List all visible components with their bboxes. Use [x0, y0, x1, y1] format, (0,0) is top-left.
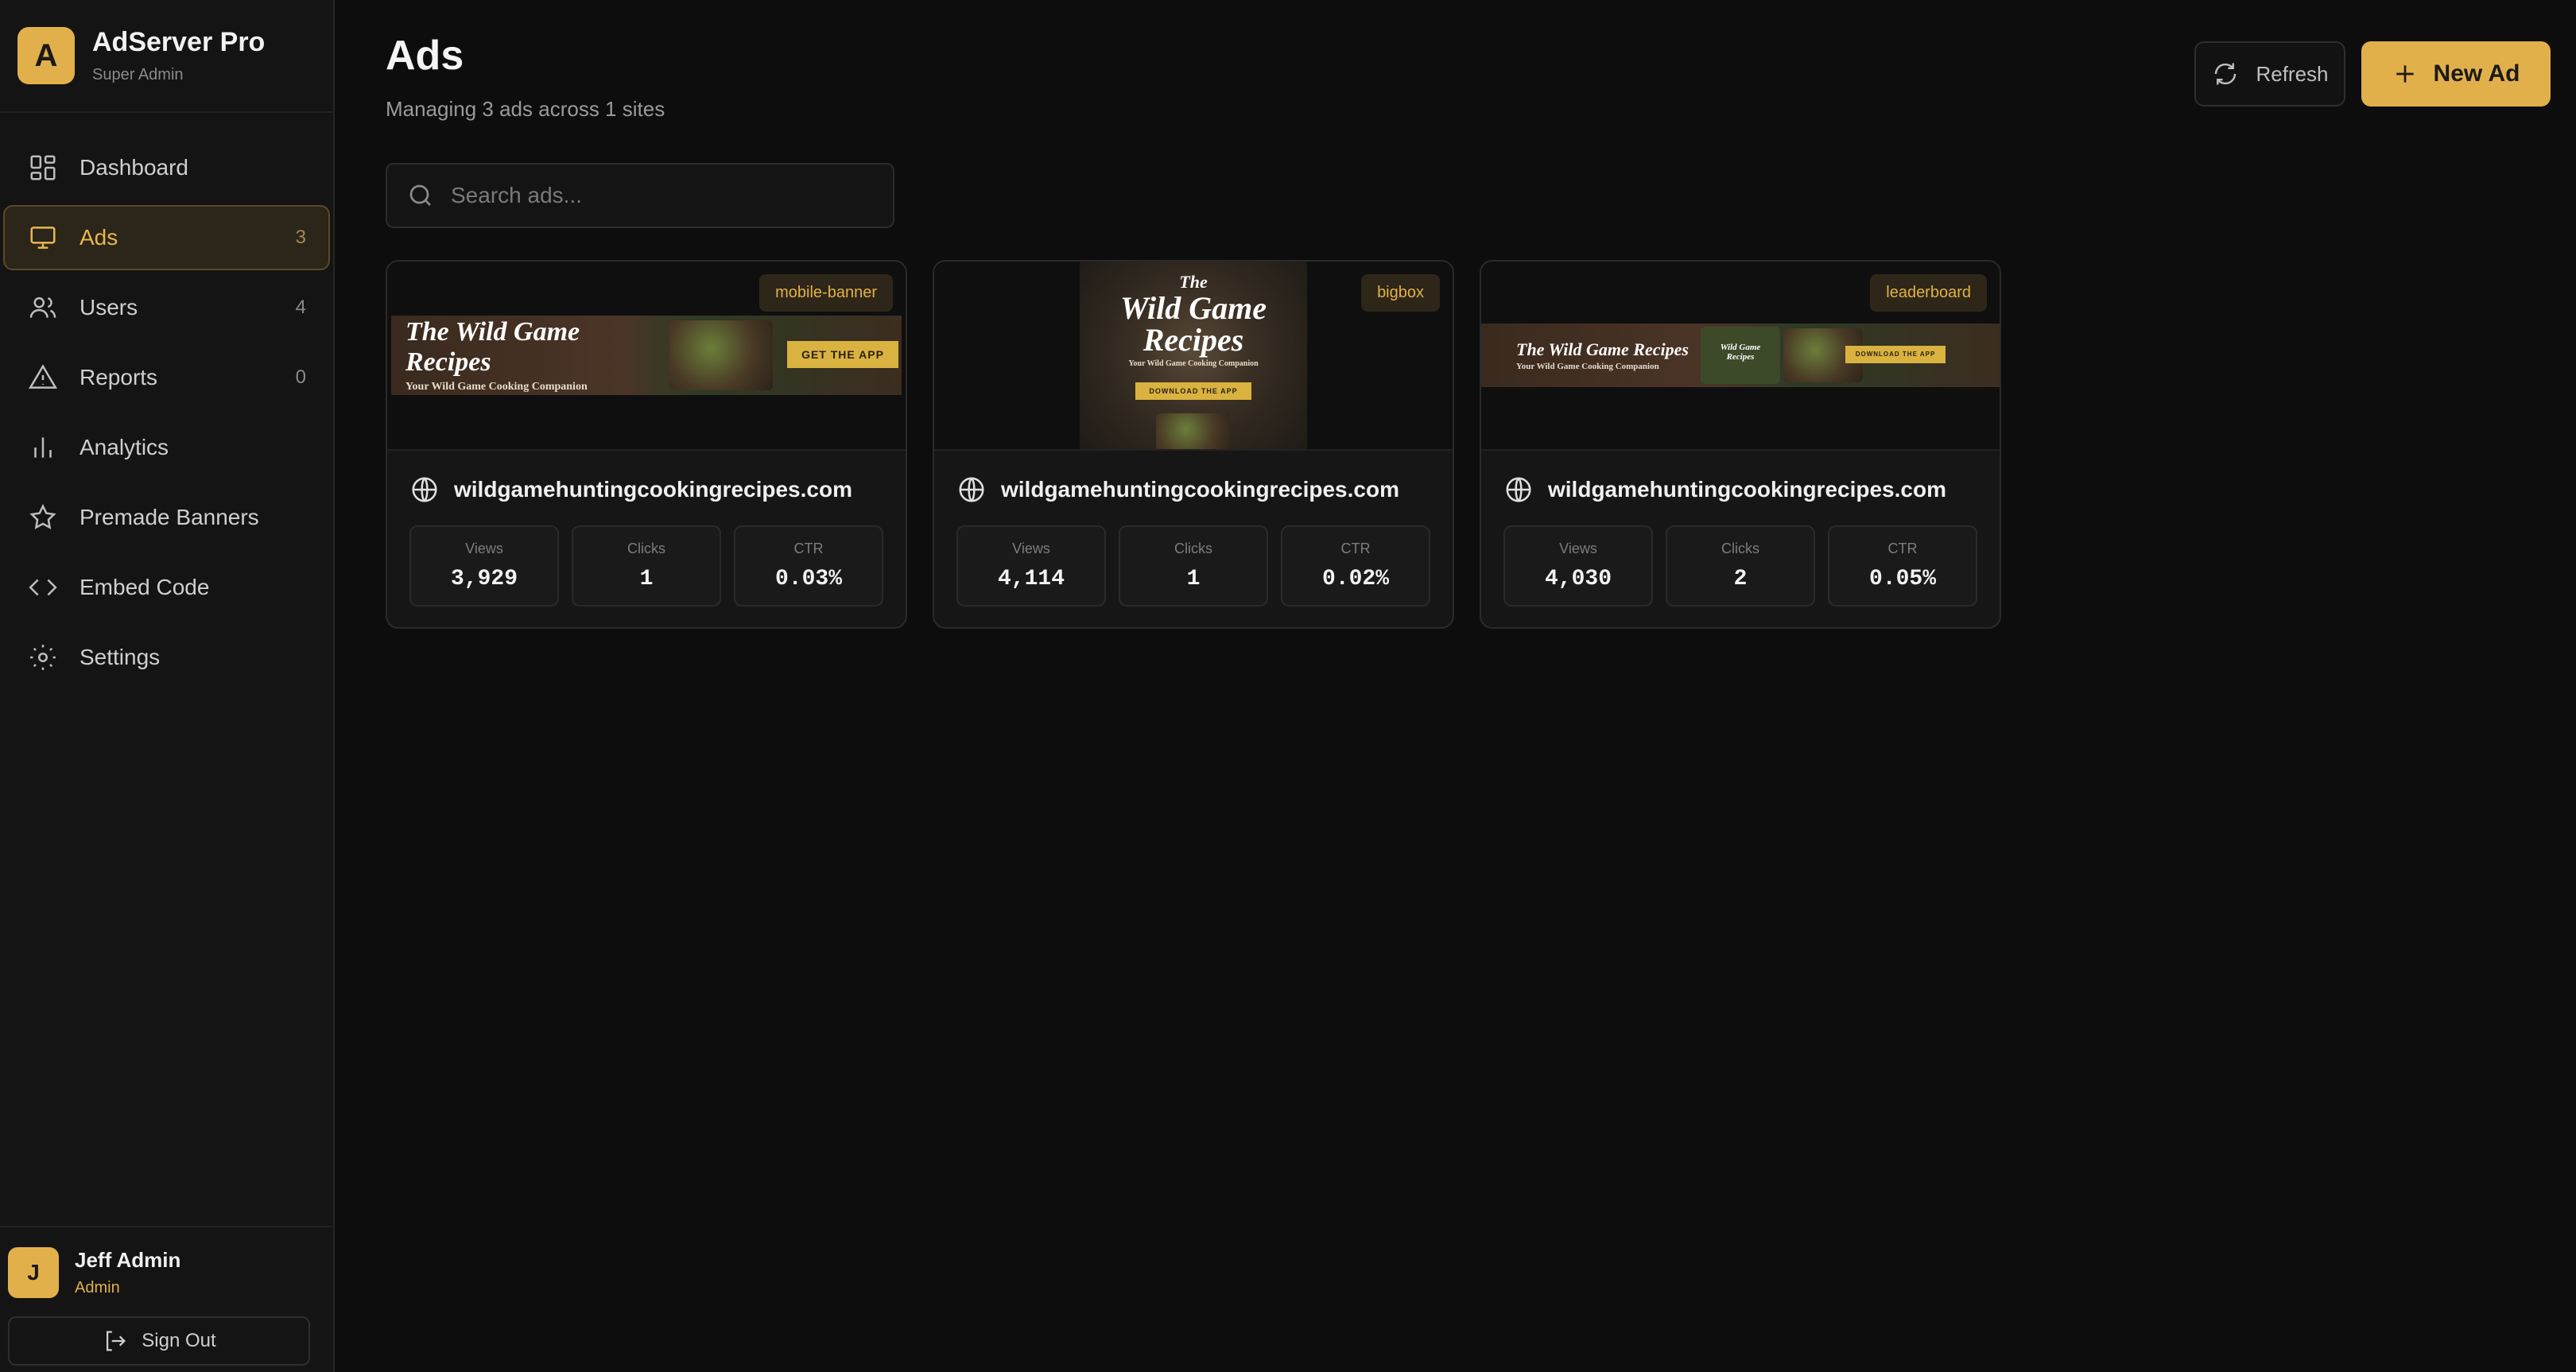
ad-site: wildgamehuntingcookingrecipes.com: [1001, 477, 1399, 502]
ad-banner-image: The Wild Game Recipes Your Wild Game Coo…: [391, 316, 902, 395]
sidebar-item-reports[interactable]: Reports 0: [3, 345, 330, 410]
size-badge: mobile-banner: [759, 274, 893, 312]
sidebar: A AdServer Pro Super Admin Dashboard Ads…: [0, 0, 335, 1372]
sidebar-item-dashboard[interactable]: Dashboard: [3, 135, 330, 200]
ad-preview: The Wild Game Recipes Your Wild Game Coo…: [1481, 262, 2000, 451]
ad-card[interactable]: The Wild Game Recipes Your Wild Game Coo…: [1480, 260, 2001, 629]
star-icon: [27, 502, 59, 533]
users-icon: [27, 292, 59, 324]
ad-site: wildgamehuntingcookingrecipes.com: [1548, 477, 1946, 502]
globe-icon: [959, 477, 984, 502]
sign-out-button[interactable]: Sign Out: [8, 1316, 310, 1366]
banner-title-recipes: Recipes: [1143, 322, 1244, 358]
stat-ctr: CTR 0.02%: [1281, 525, 1430, 607]
plus-icon: [2396, 65, 2414, 83]
stat-views: Views 4,030: [1503, 525, 1653, 607]
sidebar-item-label: Embed Code: [80, 575, 210, 599]
refresh-icon: [2215, 63, 2237, 85]
ad-preview: The Wild Game Recipes Your Wild Game Coo…: [934, 262, 1453, 451]
globe-icon: [412, 477, 437, 502]
refresh-button[interactable]: Refresh: [2194, 41, 2345, 107]
sidebar-item-count: 4: [295, 296, 306, 318]
ad-banner-image: The Wild Game Recipes Your Wild Game Coo…: [1481, 324, 2000, 387]
new-ad-button[interactable]: New Ad: [2361, 41, 2551, 107]
banner-food-image: [669, 320, 773, 390]
stat-views: Views 3,929: [409, 525, 559, 607]
sign-out-label: Sign Out: [142, 1330, 216, 1351]
monitor-icon: [27, 222, 59, 254]
user-name: Jeff Admin: [75, 1248, 181, 1272]
main-content: Ads Managing 3 ads across 1 sites Refres…: [335, 0, 2576, 1372]
stat-clicks: Clicks 2: [1666, 525, 1815, 607]
sidebar-item-label: Settings: [80, 645, 161, 669]
globe-icon: [1506, 477, 1531, 502]
banner-title: The Wild Game Recipes: [1516, 339, 1689, 359]
banner-phone-image: Wild Game Recipes: [1701, 327, 1780, 384]
ad-site: wildgamehuntingcookingrecipes.com: [454, 477, 852, 502]
ad-stats: Views 4,114 Clicks 1 CTR 0.02%: [934, 505, 1453, 607]
gear-icon: [27, 641, 59, 673]
search-input[interactable]: [451, 183, 874, 208]
ads-grid: The Wild Game Recipes Your Wild Game Coo…: [386, 260, 2576, 629]
banner-tagline: Your Wild Game Cooking Companion: [1128, 359, 1259, 368]
new-ad-label: New Ad: [2433, 60, 2520, 87]
banner-cta: DOWNLOAD THE APP: [1135, 382, 1251, 400]
refresh-label: Refresh: [2256, 61, 2329, 86]
banner-tagline: Your Wild Game Cooking Companion: [1516, 362, 1659, 371]
sidebar-item-label: Dashboard: [80, 155, 188, 180]
banner-cta: DOWNLOAD THE APP: [1845, 346, 1946, 363]
stat-ctr: CTR 0.05%: [1828, 525, 1977, 607]
banner-tagline: Your Wild Game Cooking Companion: [405, 381, 588, 393]
brand-logo: A: [17, 27, 75, 84]
sidebar-item-analytics[interactable]: Analytics: [3, 415, 330, 480]
ad-card[interactable]: The Wild Game Recipes Your Wild Game Coo…: [933, 260, 1454, 629]
ad-banner-image: The Wild Game Recipes Your Wild Game Coo…: [1080, 262, 1307, 449]
brand-role: Super Admin: [92, 66, 184, 83]
sign-out-icon: [107, 1331, 126, 1351]
avatar: J: [8, 1247, 59, 1298]
ad-preview: The Wild Game Recipes Your Wild Game Coo…: [387, 262, 906, 451]
sidebar-item-label: Ads: [80, 225, 118, 250]
header-actions: Refresh New Ad: [2194, 41, 2551, 107]
sidebar-item-count: 0: [295, 366, 306, 388]
sidebar-nav: Dashboard Ads 3 Users 4 Reports 0 Analyt…: [0, 113, 333, 695]
banner-title: The Wild Game Recipes: [405, 317, 580, 377]
dashboard-icon: [27, 152, 59, 184]
sidebar-item-label: Premade Banners: [80, 505, 259, 529]
sidebar-item-label: Users: [80, 295, 138, 320]
code-icon: [27, 572, 59, 603]
ad-stats: Views 4,030 Clicks 2 CTR 0.05%: [1481, 505, 2000, 607]
banner-food-image: [1156, 413, 1231, 449]
app-root: A AdServer Pro Super Admin Dashboard Ads…: [0, 0, 2576, 1372]
sidebar-item-embed-code[interactable]: Embed Code: [3, 555, 330, 620]
stat-ctr: CTR 0.03%: [734, 525, 883, 607]
sidebar-item-count: 3: [295, 227, 306, 248]
search-icon: [409, 184, 431, 206]
sidebar-item-users[interactable]: Users 4: [3, 275, 330, 340]
user-role: Admin: [75, 1279, 120, 1296]
brand-name: AdServer Pro: [92, 27, 266, 57]
stat-views: Views 4,114: [956, 525, 1106, 607]
stat-clicks: Clicks 1: [1119, 525, 1268, 607]
sidebar-item-label: Analytics: [80, 435, 169, 459]
banner-title-wild: Wild Game: [1119, 290, 1267, 326]
sidebar-item-premade-banners[interactable]: Premade Banners: [3, 485, 330, 550]
ad-card[interactable]: The Wild Game Recipes Your Wild Game Coo…: [386, 260, 907, 629]
banner-cta: GET THE APP: [787, 341, 898, 368]
sidebar-item-label: Reports: [80, 365, 158, 390]
user-panel: J Jeff Admin Admin Sign Out: [0, 1226, 333, 1372]
ad-stats: Views 3,929 Clicks 1 CTR 0.03%: [387, 505, 906, 607]
size-badge: bigbox: [1361, 274, 1440, 312]
sidebar-item-ads[interactable]: Ads 3: [3, 205, 330, 270]
sidebar-item-settings[interactable]: Settings: [3, 625, 330, 690]
brand-header: A AdServer Pro Super Admin: [0, 0, 333, 113]
bar-chart-icon: [27, 432, 59, 463]
stat-clicks: Clicks 1: [572, 525, 721, 607]
search-box: [386, 163, 894, 228]
size-badge: leaderboard: [1870, 274, 1987, 312]
warning-icon: [27, 362, 59, 393]
